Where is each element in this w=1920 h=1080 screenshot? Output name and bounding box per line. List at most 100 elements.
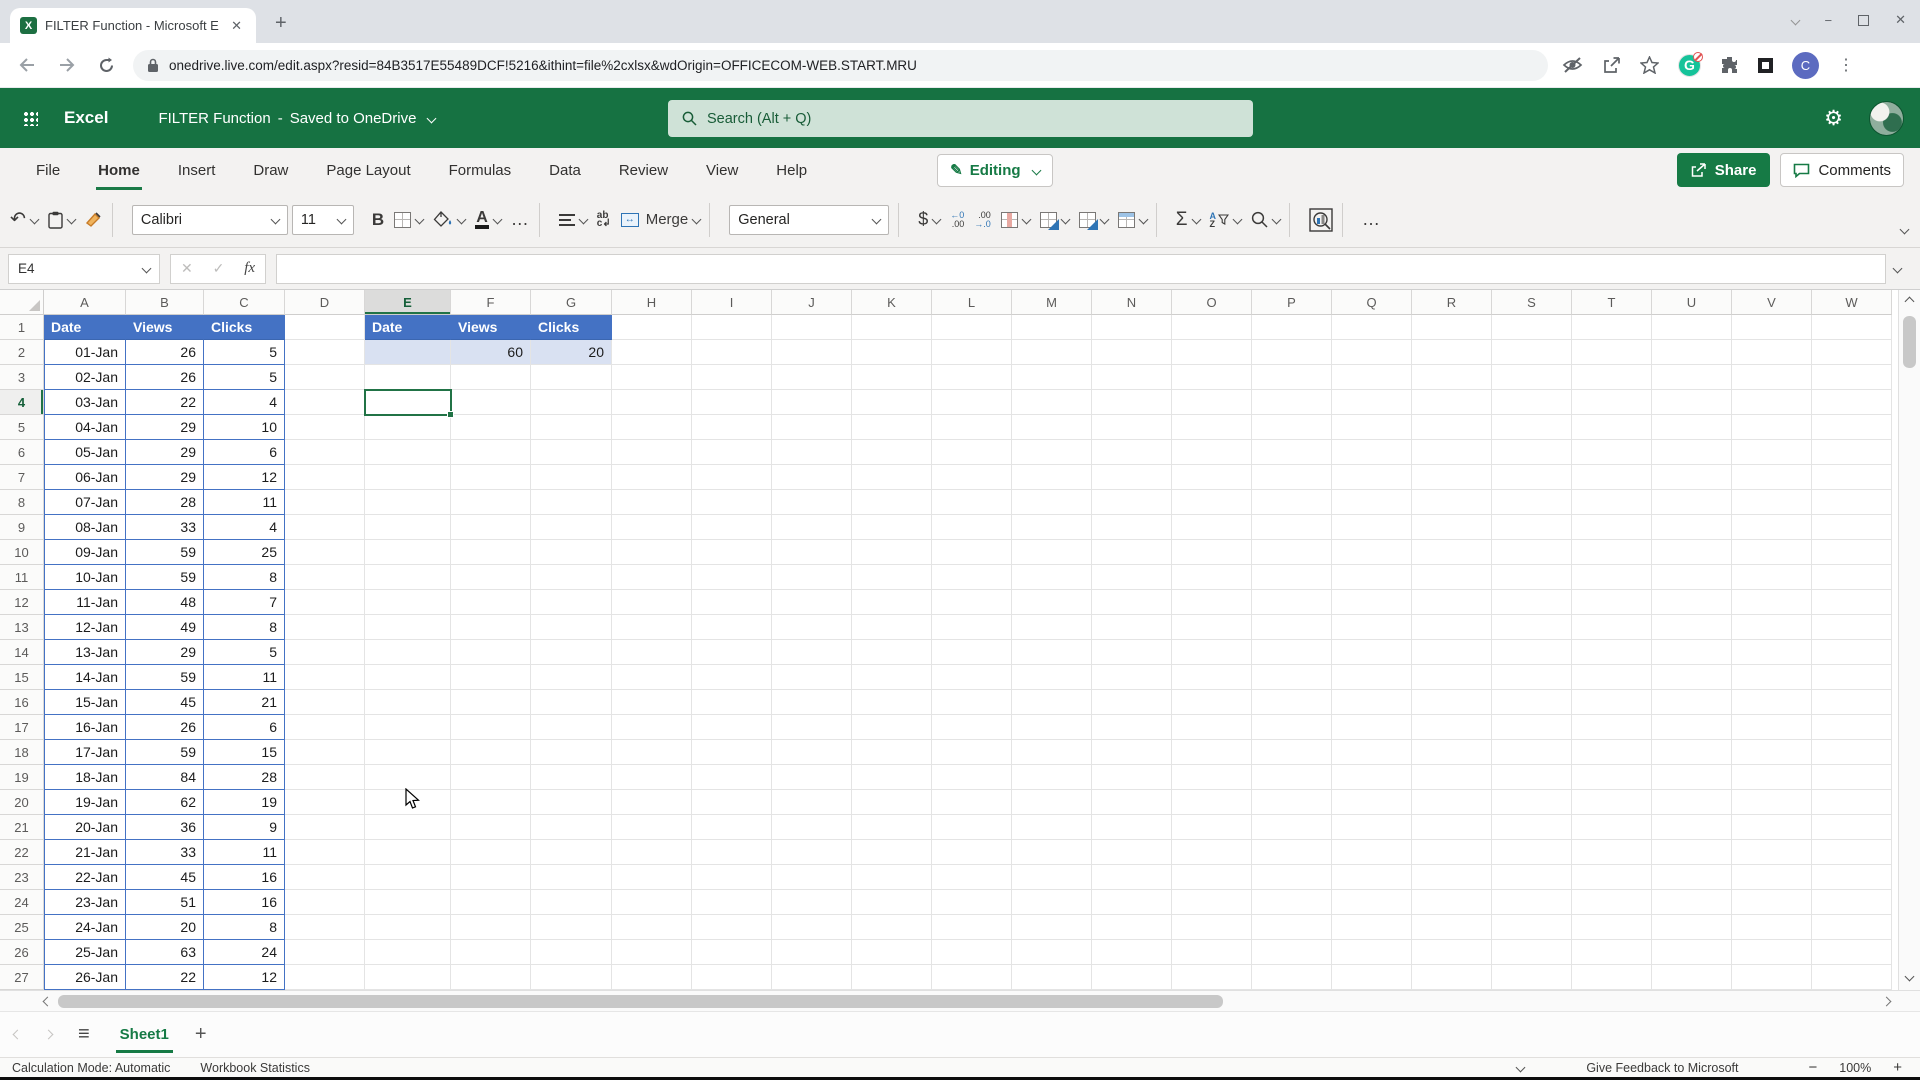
cell-Q20[interactable] (1332, 790, 1412, 815)
row-header-4[interactable]: 4 (0, 390, 44, 415)
cell-J8[interactable] (772, 490, 852, 515)
cell-K15[interactable] (852, 665, 932, 690)
cell-P23[interactable] (1252, 865, 1332, 890)
cell-K21[interactable] (852, 815, 932, 840)
insert-cells-button[interactable] (1118, 212, 1147, 228)
confirm-entry-icon[interactable]: ✓ (213, 260, 225, 277)
font-size-select[interactable]: 11 (292, 205, 354, 235)
column-header-S[interactable]: S (1492, 290, 1572, 315)
cell-C14[interactable]: 5 (204, 640, 285, 665)
cell-U9[interactable] (1652, 515, 1732, 540)
scroll-down-icon[interactable] (1905, 972, 1915, 982)
cell-Q27[interactable] (1332, 965, 1412, 990)
column-header-G[interactable]: G (531, 290, 612, 315)
cell-N24[interactable] (1092, 890, 1172, 915)
cell-Q26[interactable] (1332, 940, 1412, 965)
column-header-H[interactable]: H (612, 290, 692, 315)
cell-W21[interactable] (1812, 815, 1892, 840)
cell-G17[interactable] (531, 715, 612, 740)
cell-H26[interactable] (612, 940, 692, 965)
cell-N26[interactable] (1092, 940, 1172, 965)
cell-I14[interactable] (692, 640, 772, 665)
cell-R27[interactable] (1412, 965, 1492, 990)
cell-L1[interactable] (932, 315, 1012, 340)
cell-V25[interactable] (1732, 915, 1812, 940)
fill-color-button[interactable] (433, 211, 465, 228)
cell-V7[interactable] (1732, 465, 1812, 490)
cell-M4[interactable] (1012, 390, 1092, 415)
column-header-E[interactable]: E (365, 290, 451, 315)
cell-F11[interactable] (451, 565, 531, 590)
window-close-button[interactable]: ✕ (1895, 12, 1906, 28)
cell-C13[interactable]: 8 (204, 615, 285, 640)
cell-E20[interactable] (365, 790, 451, 815)
cell-F12[interactable] (451, 590, 531, 615)
cell-A8[interactable]: 07-Jan (44, 490, 126, 515)
cell-K23[interactable] (852, 865, 932, 890)
browser-menu-icon[interactable]: ⋮ (1838, 55, 1854, 75)
cell-D13[interactable] (285, 615, 365, 640)
cell-M19[interactable] (1012, 765, 1092, 790)
cell-U10[interactable] (1652, 540, 1732, 565)
cell-U2[interactable] (1652, 340, 1732, 365)
cell-N7[interactable] (1092, 465, 1172, 490)
cell-D24[interactable] (285, 890, 365, 915)
cell-Q14[interactable] (1332, 640, 1412, 665)
cell-F25[interactable] (451, 915, 531, 940)
column-header-T[interactable]: T (1572, 290, 1652, 315)
cell-H8[interactable] (612, 490, 692, 515)
cell-N13[interactable] (1092, 615, 1172, 640)
cell-F22[interactable] (451, 840, 531, 865)
cell-U1[interactable] (1652, 315, 1732, 340)
cell-C3[interactable]: 5 (204, 365, 285, 390)
cell-R14[interactable] (1412, 640, 1492, 665)
merge-button[interactable]: ↔ Merge (621, 211, 701, 228)
cell-M27[interactable] (1012, 965, 1092, 990)
cell-H10[interactable] (612, 540, 692, 565)
cell-C8[interactable]: 11 (204, 490, 285, 515)
tab-search-icon[interactable] (1790, 15, 1800, 25)
cell-A16[interactable]: 15-Jan (44, 690, 126, 715)
sheet-tab-sheet1[interactable]: Sheet1 (116, 1016, 173, 1053)
cell-M13[interactable] (1012, 615, 1092, 640)
cell-D26[interactable] (285, 940, 365, 965)
cell-F21[interactable] (451, 815, 531, 840)
cell-D4[interactable] (285, 390, 365, 415)
cell-P4[interactable] (1252, 390, 1332, 415)
cell-D12[interactable] (285, 590, 365, 615)
cell-O19[interactable] (1172, 765, 1252, 790)
cell-L8[interactable] (932, 490, 1012, 515)
cell-R22[interactable] (1412, 840, 1492, 865)
cell-S20[interactable] (1492, 790, 1572, 815)
cell-E3[interactable] (365, 365, 451, 390)
cell-B27[interactable]: 22 (126, 965, 204, 990)
minimize-button[interactable]: − (1825, 13, 1833, 28)
cell-J27[interactable] (772, 965, 852, 990)
cell-P15[interactable] (1252, 665, 1332, 690)
cell-C20[interactable]: 19 (204, 790, 285, 815)
cell-R18[interactable] (1412, 740, 1492, 765)
row-header-2[interactable]: 2 (0, 340, 44, 365)
cell-Q19[interactable] (1332, 765, 1412, 790)
cell-Q17[interactable] (1332, 715, 1412, 740)
cell-A5[interactable]: 04-Jan (44, 415, 126, 440)
cell-V17[interactable] (1732, 715, 1812, 740)
cell-S19[interactable] (1492, 765, 1572, 790)
bookmark-star-icon[interactable] (1640, 56, 1659, 74)
cell-V2[interactable] (1732, 340, 1812, 365)
cell-K16[interactable] (852, 690, 932, 715)
cell-D7[interactable] (285, 465, 365, 490)
cell-J17[interactable] (772, 715, 852, 740)
cell-V14[interactable] (1732, 640, 1812, 665)
decrease-decimal-button[interactable]: .00→.0 (974, 211, 991, 229)
cell-L14[interactable] (932, 640, 1012, 665)
cell-O21[interactable] (1172, 815, 1252, 840)
cell-B18[interactable]: 59 (126, 740, 204, 765)
cell-D18[interactable] (285, 740, 365, 765)
cell-A3[interactable]: 02-Jan (44, 365, 126, 390)
cell-S15[interactable] (1492, 665, 1572, 690)
cell-J16[interactable] (772, 690, 852, 715)
cell-W4[interactable] (1812, 390, 1892, 415)
cell-G4[interactable] (531, 390, 612, 415)
cell-I8[interactable] (692, 490, 772, 515)
